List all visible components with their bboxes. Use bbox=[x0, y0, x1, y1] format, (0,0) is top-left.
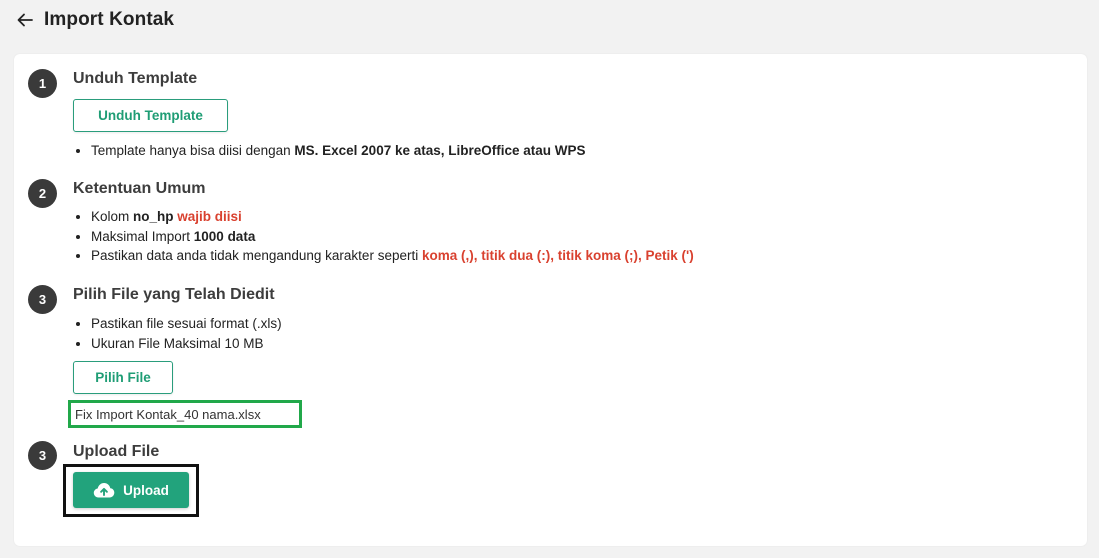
list-item: Pastikan data anda tidak mengandung kara… bbox=[91, 246, 694, 266]
step-1-title: Unduh Template bbox=[73, 70, 198, 87]
arrow-left-icon bbox=[17, 13, 33, 27]
page-title: Import Kontak bbox=[44, 9, 175, 30]
list-item: Template hanya bisa diisi dengan MS. Exc… bbox=[91, 141, 586, 161]
page-header: Import Kontak bbox=[16, 6, 174, 34]
download-template-button[interactable]: Unduh Template bbox=[73, 99, 228, 132]
choose-file-button[interactable]: Pilih File bbox=[73, 361, 173, 394]
list-item: Maksimal Import 1000 data bbox=[91, 227, 694, 247]
step-4-badge: 3 bbox=[28, 441, 57, 470]
upload-button-label: Upload bbox=[123, 482, 169, 498]
list-item: Kolom no_hp wajib diisi bbox=[91, 207, 694, 227]
step-2-rules: Kolom no_hp wajib diisi Maksimal Import … bbox=[73, 207, 694, 266]
step-1-notes: Template hanya bisa diisi dengan MS. Exc… bbox=[73, 141, 586, 161]
step-3-rules: Pastikan file sesuai format (.xls) Ukura… bbox=[73, 314, 282, 353]
upload-button-highlight: Upload bbox=[63, 464, 199, 517]
cloud-upload-icon bbox=[93, 483, 115, 498]
step-3-badge: 3 bbox=[28, 285, 57, 314]
step-2-badge: 2 bbox=[28, 179, 57, 208]
step-4-title: Upload File bbox=[73, 443, 160, 460]
list-item: Pastikan file sesuai format (.xls) bbox=[91, 314, 282, 334]
step-2-title: Ketentuan Umum bbox=[73, 180, 206, 197]
list-item: Ukuran File Maksimal 10 MB bbox=[91, 334, 282, 354]
upload-button[interactable]: Upload bbox=[73, 472, 189, 508]
step-3-title: Pilih File yang Telah Diedit bbox=[73, 286, 275, 303]
step-1-badge: 1 bbox=[28, 69, 57, 98]
selected-file-name: Fix Import Kontak_40 nama.xlsx bbox=[68, 400, 302, 428]
back-button[interactable] bbox=[16, 11, 34, 29]
import-card: 1 Unduh Template Unduh Template Template… bbox=[14, 54, 1087, 546]
